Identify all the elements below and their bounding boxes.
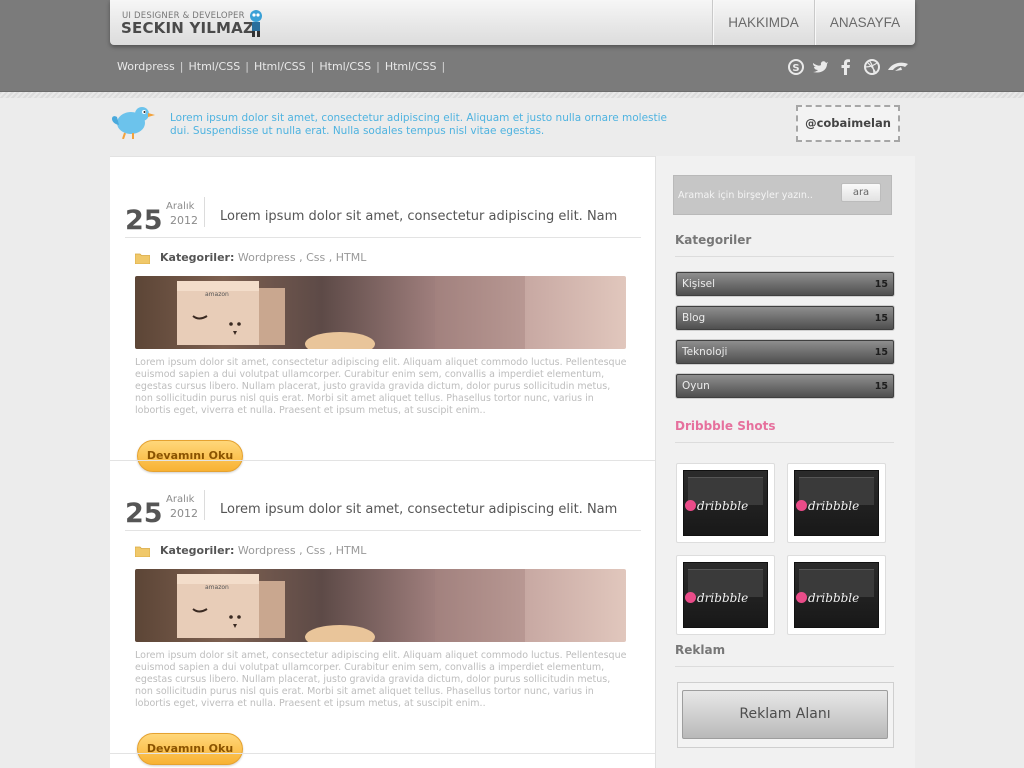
post-day: 25 — [125, 498, 163, 529]
search-input[interactable] — [678, 184, 828, 206]
post-title-divider — [125, 237, 641, 238]
svg-text:amazon: amazon — [205, 291, 229, 298]
latest-tweet[interactable]: Lorem ipsum dolor sit amet, consectetur … — [170, 112, 670, 138]
category-count: 15 — [874, 381, 888, 392]
categories-label: Kategoriler: — [160, 251, 235, 264]
subnav-item-wordpress[interactable]: Wordpress — [117, 60, 175, 73]
dribbble-shot-label: dribbble — [697, 591, 749, 605]
dribbble-shot[interactable]: dribbble — [676, 463, 775, 543]
category-name: Teknoloji — [682, 346, 728, 358]
mascot-icon — [250, 10, 262, 37]
dribbble-shot[interactable]: dribbble — [787, 463, 886, 543]
date-divider — [204, 197, 205, 227]
date-divider — [204, 490, 205, 520]
post-excerpt: Lorem ipsum dolor sit amet, consectetur … — [135, 650, 627, 709]
categories-heading: Kategoriler — [675, 233, 752, 247]
sidebar-category-kisisel[interactable]: Kişisel 15 — [676, 272, 894, 296]
folder-icon — [135, 546, 150, 557]
twitter-handle-button[interactable]: @cobaimelan — [796, 105, 900, 142]
facebook-icon[interactable] — [837, 58, 855, 76]
logo-name[interactable]: SECKIN YILMAZ — [121, 19, 254, 37]
header-bar: UI DESIGNER & DEVELOPER SECKIN YILMAZ HA… — [110, 0, 915, 45]
dribbble-shot-label: dribbble — [808, 591, 860, 605]
danbo-box-image: amazon — [177, 569, 525, 642]
nav-home[interactable]: ANASAYFA — [814, 0, 915, 45]
dribbble-ball-icon — [796, 592, 807, 603]
post-separator — [110, 753, 655, 754]
top-band-stripe — [0, 92, 1024, 98]
categories-links[interactable]: Wordpress , Css , HTML — [238, 251, 367, 264]
main-content: 25 Aralık 2012 Lorem ipsum dolor sit ame… — [110, 156, 656, 768]
svg-text:amazon: amazon — [205, 584, 229, 591]
sidebar-category-blog[interactable]: Blog 15 — [676, 306, 894, 330]
dribbble-shot-label: dribbble — [808, 499, 860, 513]
read-more-button[interactable]: Devamını Oku — [137, 440, 243, 472]
post-title[interactable]: Lorem ipsum dolor sit amet, consectetur … — [220, 502, 617, 517]
ad-banner[interactable]: Reklam Alanı — [682, 690, 888, 739]
dribbble-ball-icon — [685, 592, 696, 603]
post-categories: Kategoriler: Wordpress , Css , HTML — [160, 544, 366, 557]
dribbble-icon[interactable] — [863, 58, 881, 76]
dribbble-heading: Dribbble Shots — [675, 419, 776, 433]
dribbble-shot-label: dribbble — [697, 499, 749, 513]
post-year: 2012 — [170, 214, 198, 227]
heading-divider — [675, 256, 894, 257]
danbo-box-image: amazon — [177, 276, 525, 349]
dribbble-ball-icon — [685, 500, 696, 511]
category-count: 15 — [874, 313, 888, 324]
post-title-divider — [125, 530, 641, 531]
category-count: 15 — [874, 279, 888, 290]
post-separator — [110, 460, 655, 461]
folder-icon — [135, 253, 150, 264]
dribbble-shot[interactable]: dribbble — [676, 555, 775, 635]
post-categories: Kategoriler: Wordpress , Css , HTML — [160, 251, 366, 264]
search-button[interactable]: ara — [841, 183, 881, 202]
search-box: ara — [673, 175, 892, 215]
sidebar-category-teknoloji[interactable]: Teknoloji 15 — [676, 340, 894, 364]
subnav-item-html-css[interactable]: Html/CSS — [189, 60, 241, 73]
subnav-item-html-css[interactable]: Html/CSS — [254, 60, 306, 73]
ad-heading: Reklam — [675, 643, 726, 657]
sidebar: ara Kategoriler Kişisel 15 Blog 15 Tekno… — [656, 156, 915, 768]
ad-area: Reklam Alanı — [677, 682, 894, 748]
category-name: Blog — [682, 312, 706, 324]
deviantart-icon[interactable] — [887, 58, 909, 76]
sidebar-category-oyun[interactable]: Oyun 15 — [676, 374, 894, 398]
subnav-item-html-css[interactable]: Html/CSS — [385, 60, 437, 73]
categories-label: Kategoriler: — [160, 544, 235, 557]
categories-links[interactable]: Wordpress , Css , HTML — [238, 544, 367, 557]
skype-icon[interactable]: S — [787, 58, 805, 76]
nav-about[interactable]: HAKKIMDA — [712, 0, 814, 45]
heading-divider — [675, 442, 894, 443]
post-image[interactable]: amazon — [135, 569, 626, 642]
twitter-icon[interactable] — [811, 58, 829, 76]
subnav-item-html-css[interactable]: Html/CSS — [319, 60, 371, 73]
post-excerpt: Lorem ipsum dolor sit amet, consectetur … — [135, 357, 627, 416]
dribbble-shot[interactable]: dribbble — [787, 555, 886, 635]
post-month: Aralık — [166, 201, 195, 212]
heading-divider — [675, 666, 894, 667]
post-image[interactable]: amazon — [135, 276, 626, 349]
sub-navigation: Wordpress | Html/CSS | Html/CSS | Html/CSS | Htm… — [117, 60, 446, 73]
post-title[interactable]: Lorem ipsum dolor sit amet, consectetur … — [220, 209, 617, 224]
category-name: Oyun — [682, 380, 710, 392]
dribbble-ball-icon — [796, 500, 807, 511]
post-day: 25 — [125, 205, 163, 236]
read-more-button[interactable]: Devamını Oku — [137, 733, 243, 765]
post-month: Aralık — [166, 494, 195, 505]
category-name: Kişisel — [682, 278, 716, 290]
category-count: 15 — [874, 347, 888, 358]
twitter-bird-icon — [112, 107, 155, 139]
svg-text:S: S — [792, 63, 799, 74]
post-year: 2012 — [170, 507, 198, 520]
